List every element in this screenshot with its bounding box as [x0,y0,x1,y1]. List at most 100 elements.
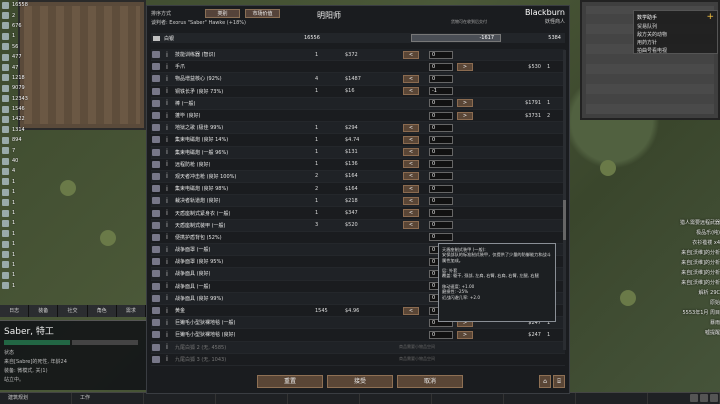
log-entry[interactable]: 极品乐(纯) [650,228,720,238]
resource-row[interactable]: 16558 [0,0,40,10]
main-tab[interactable] [576,393,648,404]
colonist-tab[interactable]: 装备 [29,305,59,317]
scrollbar-thumb[interactable] [563,200,566,240]
resource-row[interactable]: 477 [0,52,40,62]
info-icon[interactable]: i [163,112,171,120]
colonist-tab[interactable]: 日志 [0,305,30,317]
resource-row[interactable]: 47 [0,62,40,72]
resource-row[interactable]: 1 [0,31,40,41]
log-entry[interactable]: 衣衫褴褛 x4 [650,238,720,248]
log-entry[interactable]: 来自[沃维]的分析 [650,278,720,288]
resource-row[interactable]: 40 [0,156,40,166]
log-entry[interactable]: 来自[沃维]的分析 [650,248,720,258]
resource-row[interactable]: 1 [0,239,40,249]
sell-button[interactable]: < [403,172,419,181]
sort-value-button[interactable]: 市场价值 [245,9,280,18]
resource-row[interactable]: 1422 [0,114,40,124]
main-tab[interactable] [504,393,576,404]
resource-row[interactable]: 2 [0,10,40,20]
info-icon[interactable]: i [163,209,171,217]
sell-button[interactable]: < [403,148,419,157]
info-icon[interactable]: i [163,99,171,107]
info-icon[interactable]: i [163,75,171,83]
count-input[interactable]: 0 [429,123,453,132]
main-tab[interactable]: 建筑规划 [0,393,72,404]
resource-row[interactable]: 1 [0,197,40,207]
resource-row[interactable]: 1 [0,218,40,228]
info-icon[interactable]: i [163,221,171,229]
toggle-icon[interactable] [700,394,708,402]
count-input[interactable]: 0 [429,50,453,59]
sell-button[interactable]: < [403,184,419,193]
sell-button[interactable]: < [403,196,419,205]
scrollbar[interactable] [563,50,566,350]
colony-icon[interactable]: ⌸ [553,375,565,388]
log-entry[interactable]: 嘘提醒 [650,328,720,338]
info-icon[interactable]: i [163,185,171,193]
info-icon[interactable]: i [163,331,171,339]
count-input[interactable]: 0 [429,135,453,144]
info-icon[interactable]: i [163,172,171,180]
info-icon[interactable]: i [163,136,171,144]
gift-icon[interactable]: ⌂ [539,375,551,388]
resource-row[interactable]: 676 [0,21,40,31]
count-input[interactable]: -1 [429,87,453,96]
resource-row[interactable]: 1 [0,249,40,259]
log-entry[interactable]: 来自[沃维]的分析 [650,268,720,278]
count-input[interactable]: 0 [429,184,453,193]
log-entry[interactable]: 猎人需要远程武器 [650,218,720,228]
count-input[interactable]: 0 [429,74,453,83]
log-entry[interactable]: 来自[沃维]的分析 [650,258,720,268]
info-icon[interactable]: i [163,282,171,290]
info-icon[interactable]: i [163,246,171,254]
resource-row[interactable]: 9079 [0,83,40,93]
tree[interactable] [620,290,636,306]
main-tab[interactable] [432,393,504,404]
buy-button[interactable]: > [457,111,473,120]
tree[interactable] [600,160,616,176]
info-icon[interactable]: i [163,87,171,95]
resource-row[interactable]: 894 [0,135,40,145]
sell-button[interactable]: < [403,135,419,144]
resource-row[interactable]: 1 [0,177,40,187]
info-icon[interactable]: i [163,148,171,156]
log-entry[interactable]: 暴雨 [650,318,720,328]
log-entry[interactable]: 解析 29C [650,288,720,298]
info-icon[interactable]: i [163,63,171,71]
info-icon[interactable]: i [163,197,171,205]
main-tab[interactable] [288,393,360,404]
sell-button[interactable]: < [403,50,419,59]
sell-button[interactable]: < [403,209,419,218]
sell-button[interactable]: < [403,306,419,315]
main-tab[interactable]: 工作 [72,393,144,404]
info-icon[interactable]: i [163,307,171,315]
count-input[interactable]: 0 [429,62,453,71]
alert-item[interactable]: 贸易队列 [637,23,714,31]
count-input[interactable]: 0 [429,209,453,218]
count-input[interactable]: 0 [429,233,453,242]
add-icon[interactable]: + [706,13,714,22]
info-icon[interactable]: i [163,270,171,278]
sell-button[interactable]: < [403,87,419,96]
count-input[interactable]: 0 [429,111,453,120]
count-input[interactable]: 0 [429,196,453,205]
resource-row[interactable]: 1218 [0,73,40,83]
info-icon[interactable]: i [163,233,171,241]
info-icon[interactable]: i [163,355,171,363]
info-icon[interactable]: i [163,343,171,351]
info-icon[interactable]: i [163,160,171,168]
buy-button[interactable]: > [457,62,473,71]
log-entry[interactable]: 原始 [650,298,720,308]
alerts-title[interactable]: 数学助手 [637,14,714,21]
sell-button[interactable]: < [403,160,419,169]
alert-item[interactable]: 用药方针 [637,39,714,47]
info-icon[interactable]: i [163,258,171,266]
buy-button[interactable]: > [457,330,473,339]
resource-row[interactable]: 1314 [0,125,40,135]
resource-row[interactable]: 1 [0,281,40,291]
main-tab[interactable] [216,393,288,404]
resource-row[interactable]: 12343 [0,94,40,104]
reset-button[interactable]: 重置 [257,375,323,388]
sort-category-button[interactable]: 类别 [205,9,240,18]
resource-row[interactable]: 1 [0,208,40,218]
